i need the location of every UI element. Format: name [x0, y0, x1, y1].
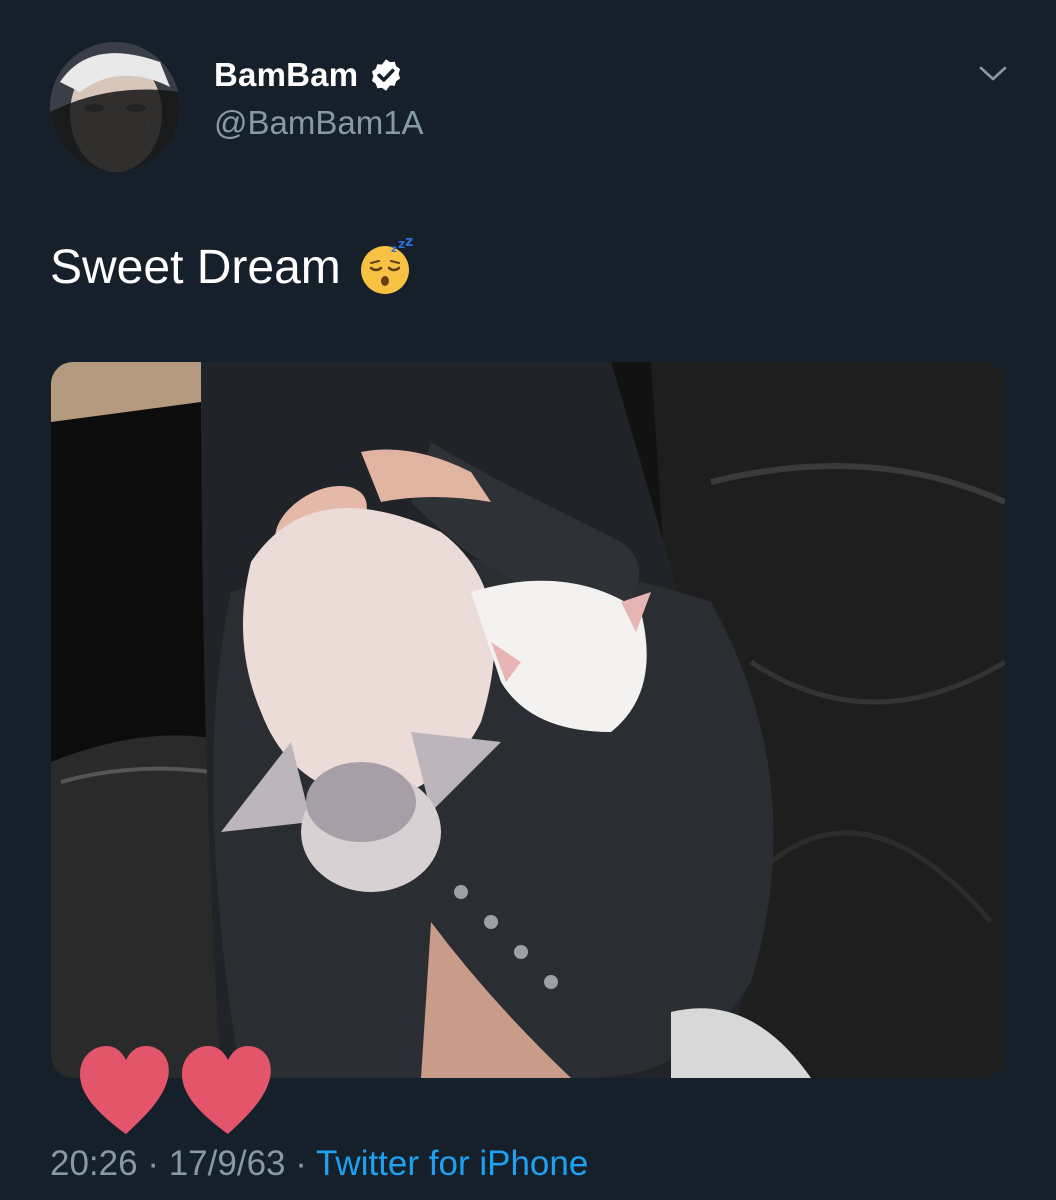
- tweet-meta: 20:26 · 17/9/63 · Twitter for iPhone: [50, 1144, 588, 1184]
- display-name[interactable]: BamBam: [214, 56, 358, 94]
- tweet-source-link[interactable]: Twitter for iPhone: [316, 1144, 588, 1183]
- tweet-text: Sweet Dream z z z: [50, 238, 415, 296]
- meta-separator: ·: [295, 1144, 307, 1183]
- handle[interactable]: @BamBam1A: [214, 104, 424, 142]
- sleeping-face-emoji-icon: z z z: [360, 238, 413, 294]
- svg-text:z: z: [398, 238, 405, 251]
- heart-icon: [80, 1046, 169, 1134]
- meta-separator: ·: [147, 1144, 159, 1183]
- photo-sleeping-cats: [51, 362, 1005, 1078]
- svg-text:z: z: [405, 238, 413, 250]
- avatar[interactable]: [50, 42, 180, 172]
- avatar-image: [50, 42, 180, 172]
- tweet-time: 20:26: [50, 1144, 138, 1183]
- svg-text:z: z: [391, 244, 397, 255]
- tweet-header: BamBam @BamBam1A: [50, 42, 1026, 172]
- heart-stickers: [80, 1046, 271, 1134]
- verified-badge-icon: [372, 59, 401, 91]
- chevron-down-icon[interactable]: [978, 64, 1008, 84]
- heart-icon: [182, 1046, 271, 1134]
- tweet-date: 17/9/63: [168, 1144, 286, 1183]
- tweet-photo[interactable]: [51, 362, 1005, 1078]
- tweet-text-content: Sweet Dream: [50, 240, 341, 294]
